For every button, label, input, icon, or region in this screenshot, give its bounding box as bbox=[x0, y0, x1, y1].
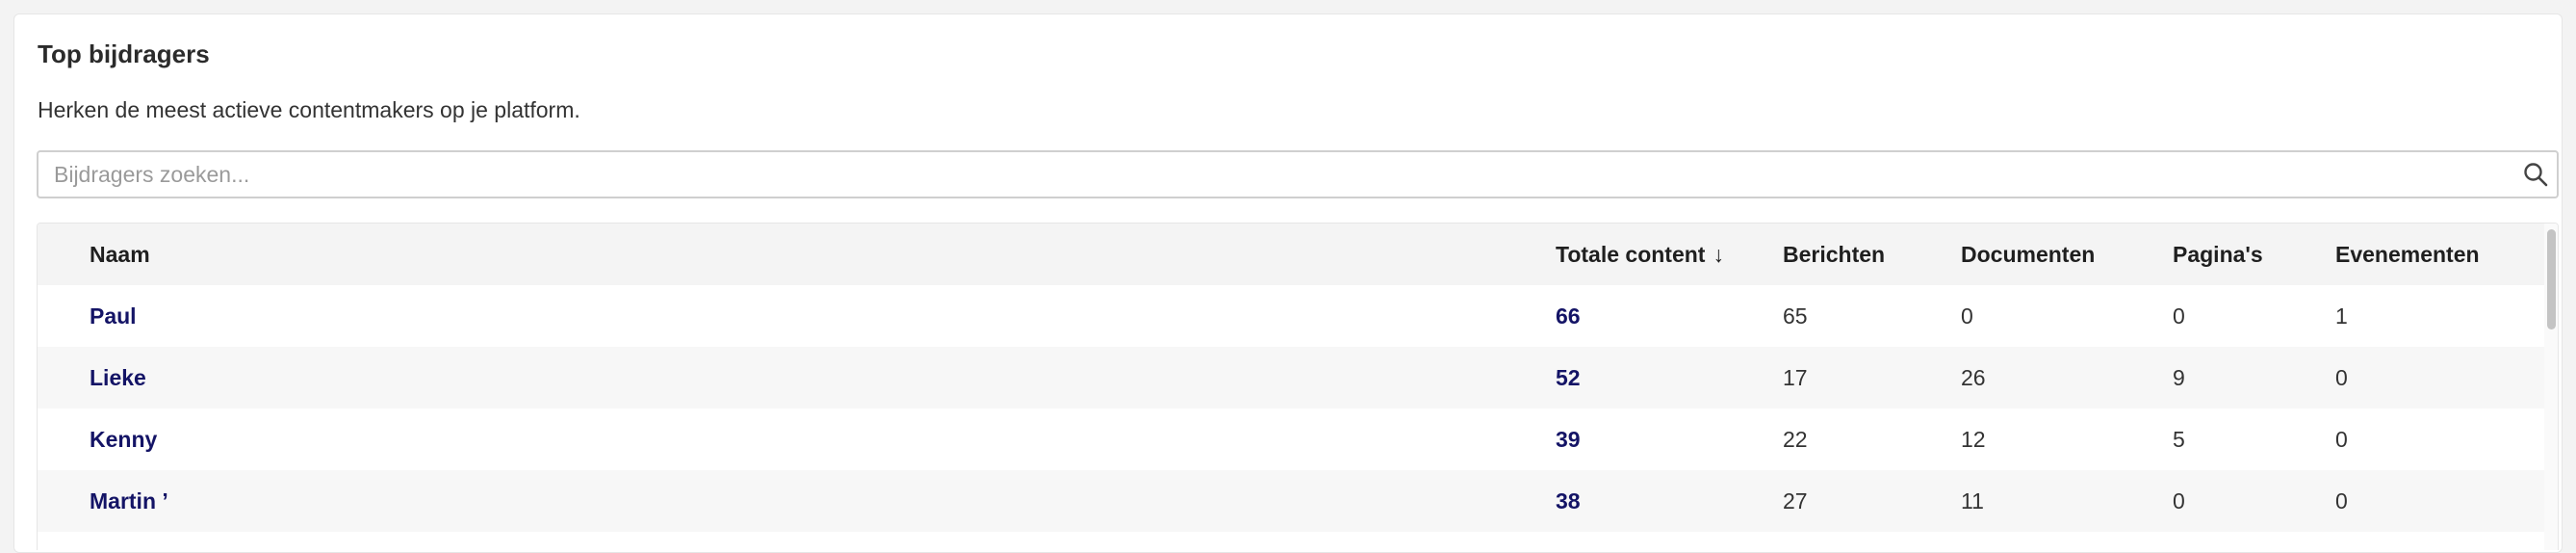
contributor-name-link[interactable]: Lieke bbox=[90, 347, 146, 408]
column-header-berichten[interactable]: Berichten bbox=[1783, 224, 1885, 285]
card-title: Top bijdragers bbox=[38, 40, 210, 68]
berichten-count: 22 bbox=[1783, 427, 1808, 452]
column-header-name[interactable]: Naam bbox=[90, 224, 150, 285]
table-scrollbar[interactable] bbox=[2544, 224, 2558, 550]
evenementen-count: 0 bbox=[2335, 427, 2348, 452]
table-row: Lieke 52 17 26 9 0 bbox=[38, 347, 2546, 408]
documenten-count: 26 bbox=[1961, 365, 1986, 390]
total-content-link[interactable]: 39 bbox=[1556, 408, 1581, 470]
paginas-count: 0 bbox=[2173, 303, 2185, 329]
paginas-count: 0 bbox=[2173, 488, 2185, 514]
documenten-count: 12 bbox=[1961, 427, 1986, 452]
berichten-count: 17 bbox=[1783, 365, 1808, 390]
paginas-count: 9 bbox=[2173, 365, 2185, 390]
contributor-name-link[interactable]: Paul bbox=[90, 285, 137, 347]
card-subtitle: Herken de meest actieve contentmakers op… bbox=[38, 97, 580, 122]
table-row: Paul 66 65 0 0 1 bbox=[38, 285, 2546, 347]
column-header-paginas[interactable]: Pagina's bbox=[2173, 224, 2263, 285]
berichten-count: 27 bbox=[1783, 488, 1808, 514]
search-icon[interactable] bbox=[2522, 161, 2549, 188]
scrollbar-thumb[interactable] bbox=[2547, 229, 2556, 329]
search-input[interactable] bbox=[54, 152, 2499, 197]
table-row: Martin ’ 38 27 11 0 0 bbox=[38, 470, 2546, 532]
contributor-name-link[interactable]: Martin ’ bbox=[90, 470, 168, 532]
column-header-documenten[interactable]: Documenten bbox=[1961, 224, 2095, 285]
search-box bbox=[37, 150, 2559, 198]
total-content-link[interactable]: 52 bbox=[1556, 347, 1581, 408]
documenten-count: 11 bbox=[1961, 488, 1984, 514]
documenten-count: 0 bbox=[1961, 303, 1973, 329]
berichten-count: 65 bbox=[1783, 303, 1808, 329]
table-row: Kenny 39 22 12 5 0 bbox=[38, 408, 2546, 470]
sort-descending-icon: ↓ bbox=[1713, 242, 1724, 267]
table-header: Naam Totale content ↓ Berichten Documente… bbox=[38, 224, 2546, 285]
evenementen-count: 0 bbox=[2335, 488, 2348, 514]
column-header-total-label: Totale content bbox=[1556, 242, 1706, 267]
paginas-count: 5 bbox=[2173, 427, 2185, 452]
evenementen-count: 0 bbox=[2335, 365, 2348, 390]
total-content-link[interactable]: 38 bbox=[1556, 470, 1581, 532]
top-contributors-card: Top bijdragers Herken de meest actieve c… bbox=[13, 13, 2563, 553]
column-header-total[interactable]: Totale content ↓ bbox=[1556, 224, 1724, 285]
total-content-link[interactable]: 66 bbox=[1556, 285, 1581, 347]
contributors-table: Naam Totale content ↓ Berichten Documente… bbox=[37, 223, 2559, 550]
column-header-evenementen[interactable]: Evenementen bbox=[2335, 224, 2480, 285]
evenementen-count: 1 bbox=[2335, 303, 2348, 329]
contributor-name-link[interactable]: Kenny bbox=[90, 408, 157, 470]
